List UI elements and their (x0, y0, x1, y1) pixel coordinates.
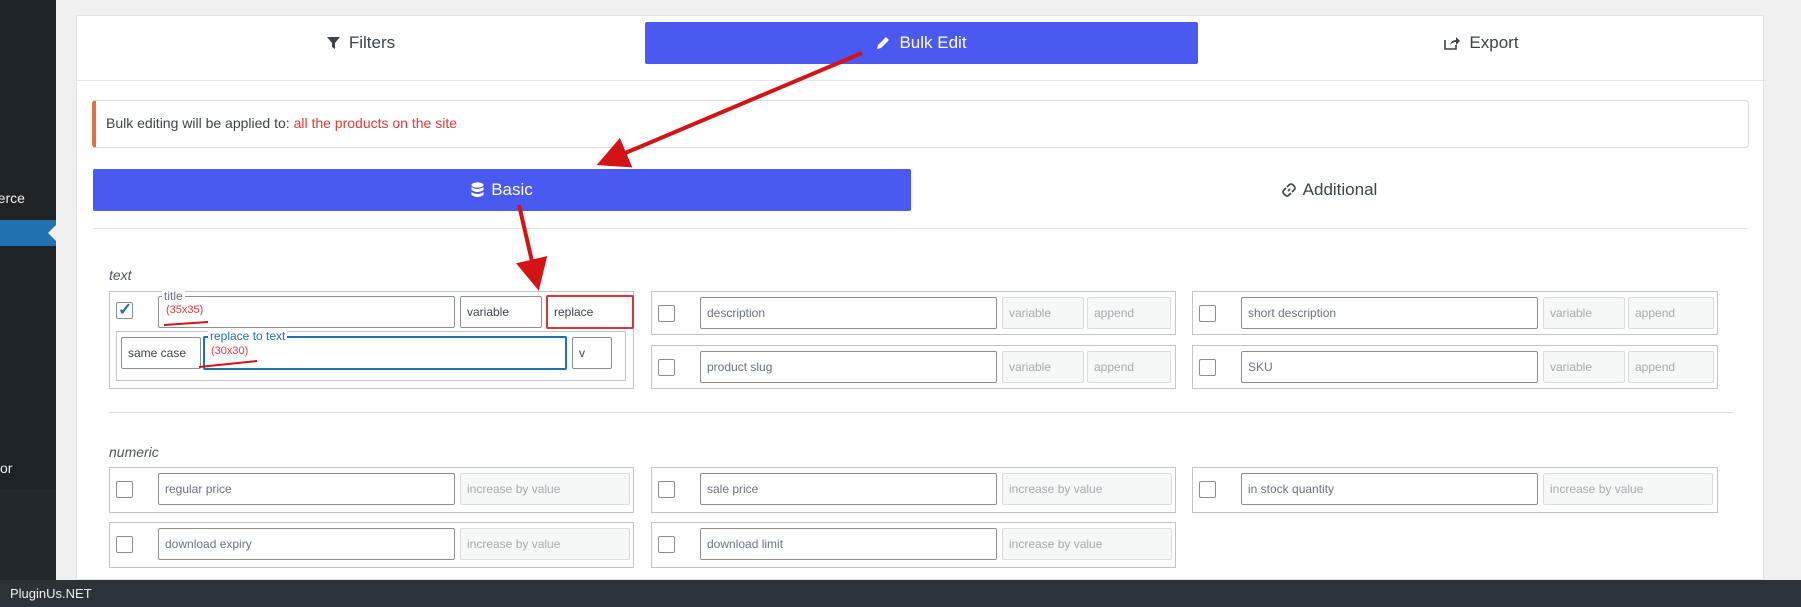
short-description-checkbox[interactable] (1199, 305, 1216, 322)
field-sale-price: sale price increase by value (651, 467, 1176, 513)
sale-price-checkbox[interactable] (658, 481, 675, 498)
field-product-slug: product slug variable append (651, 345, 1176, 389)
field-regular-price: regular price increase by value (109, 467, 634, 513)
product-slug-mode-select: append (1087, 351, 1171, 383)
group-label-numeric: numeric (109, 444, 159, 460)
sku-variable-select: variable (1543, 351, 1625, 383)
sale-price-mode-select: increase by value (1002, 473, 1172, 505)
tab-bulk-edit[interactable]: Bulk Edit (645, 22, 1198, 64)
bulk-editor-panel: Filters Bulk Edit Export Bulk editing wi… (76, 15, 1765, 580)
download-expiry-mode-select: increase by value (460, 528, 630, 560)
database-icon (471, 182, 484, 197)
regular-price-checkbox[interactable] (116, 481, 133, 498)
bulk-scope-notice: Bulk editing will be applied to: all the… (92, 100, 1749, 148)
sku-mode-select: append (1628, 351, 1714, 383)
download-expiry-input[interactable]: download expiry (158, 528, 455, 560)
field-in-stock-quantity: in stock quantity increase by value (1192, 467, 1718, 513)
replace-options: same case replace to text (30x30) v (116, 329, 626, 381)
export-icon (1444, 37, 1461, 50)
pencil-icon (877, 37, 890, 49)
sidebar-lower-block (0, 490, 56, 580)
download-limit-input[interactable]: download limit (700, 528, 997, 560)
link-icon (1281, 183, 1296, 197)
footer-bar: PluginUs.NET (0, 580, 1801, 607)
in-stock-quantity-checkbox[interactable] (1199, 481, 1216, 498)
sidebar-item-commerce[interactable]: merce (0, 190, 56, 206)
tab-additional[interactable]: Additional (911, 169, 1748, 211)
field-title: title (35x35) variable replace same case… (109, 289, 634, 389)
sku-checkbox[interactable] (1199, 359, 1216, 376)
tab-basic[interactable]: Basic (93, 169, 911, 211)
group-divider (109, 412, 1733, 413)
sidebar-active-item[interactable] (0, 220, 56, 246)
field-description: description variable append (651, 291, 1176, 335)
regular-price-input[interactable]: regular price (158, 473, 455, 505)
field-download-expiry: download expiry increase by value (109, 522, 634, 568)
download-limit-mode-select: increase by value (1002, 528, 1172, 560)
short-description-input[interactable]: short description (1241, 297, 1538, 329)
in-stock-quantity-mode-select: increase by value (1543, 473, 1713, 505)
top-tabs: Filters Bulk Edit Export (77, 16, 1765, 81)
case-select[interactable]: same case (121, 337, 201, 369)
download-limit-checkbox[interactable] (658, 536, 675, 553)
notice-target: all the products on the site (293, 115, 457, 131)
short-description-variable-select: variable (1543, 297, 1625, 329)
footer-brand: PluginUs.NET (10, 586, 92, 601)
regular-price-mode-select: increase by value (460, 473, 630, 505)
sku-input[interactable]: SKU (1241, 351, 1538, 383)
product-slug-variable-select: variable (1002, 351, 1084, 383)
field-short-description: short description variable append (1192, 291, 1718, 335)
sidebar-item-or[interactable]: or (0, 460, 56, 476)
field-download-limit: download limit increase by value (651, 522, 1176, 568)
replace-legend: replace to text (208, 329, 288, 343)
title-legend: title (162, 289, 185, 303)
tab-additional-label: Additional (1302, 180, 1378, 199)
wp-admin-sidebar: merce or (0, 0, 56, 580)
replace-small-select[interactable]: v (572, 337, 612, 369)
product-slug-input[interactable]: product slug (700, 351, 997, 383)
product-slug-checkbox[interactable] (658, 359, 675, 376)
title-variable-select[interactable]: variable (460, 296, 542, 328)
title-size-note: (35x35) (166, 304, 204, 316)
tab-bulk-edit-label: Bulk Edit (899, 33, 967, 52)
title-mode-select[interactable]: replace (546, 295, 634, 329)
tab-export[interactable]: Export (1198, 22, 1765, 64)
filter-icon (326, 36, 340, 49)
tab-filters[interactable]: Filters (77, 22, 645, 64)
title-checkbox[interactable] (116, 300, 133, 320)
tab-filters-label: Filters (348, 33, 396, 52)
group-label-text: text (109, 267, 132, 283)
description-checkbox[interactable] (658, 305, 675, 322)
download-expiry-checkbox[interactable] (116, 536, 133, 553)
short-description-mode-select: append (1628, 297, 1714, 329)
description-mode-select: append (1087, 297, 1171, 329)
field-sku: SKU variable append (1192, 345, 1718, 389)
sub-tabs: Basic Additional (93, 169, 1748, 229)
notice-prefix: Bulk editing will be applied to: (106, 115, 294, 131)
description-input[interactable]: description (700, 297, 997, 329)
sale-price-input[interactable]: sale price (700, 473, 997, 505)
replace-size-note: (30x30) (211, 345, 249, 357)
description-variable-select: variable (1002, 297, 1084, 329)
tab-basic-label: Basic (491, 180, 533, 199)
in-stock-quantity-input[interactable]: in stock quantity (1241, 473, 1538, 505)
tab-export-label: Export (1469, 33, 1519, 52)
